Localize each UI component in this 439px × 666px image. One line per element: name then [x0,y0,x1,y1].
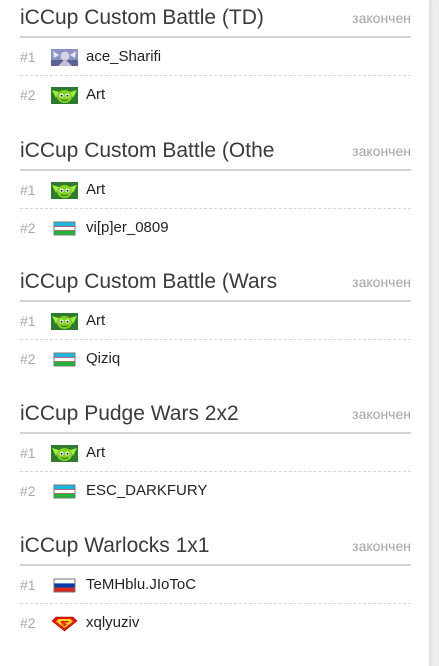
player-name-link[interactable]: xqlyuziv [86,614,139,631]
match-title-link[interactable]: iCCup Warlocks 1x1 [20,534,209,558]
match-title-link[interactable]: iCCup Custom Battle (TD) [20,6,264,30]
player-name-link[interactable]: TeMHblu.JIoToC [86,576,196,593]
uzbekistan-flag-icon [53,221,76,236]
match-card: iCCup Pudge Wars 2x2 закончен #1 Art #2 [20,400,411,509]
player-row[interactable]: #1 Art [20,302,411,340]
player-name-link[interactable]: Art [86,181,105,198]
player-rank: #2 [20,483,36,499]
match-status: закончен [352,10,411,26]
green-creature-avatar-icon [51,182,78,199]
player-row[interactable]: #2 vi[p]er_0809 [20,209,411,246]
player-rank: #1 [20,182,36,198]
match-header: iCCup Custom Battle (Wars закончен [20,268,411,302]
player-rank: #2 [20,220,36,236]
match-header: iCCup Custom Battle (TD) закончен [20,4,411,38]
player-rank: #1 [20,313,36,329]
match-card: iCCup Custom Battle (TD) закончен #1 ace… [20,4,411,113]
player-rank: #1 [20,49,36,65]
match-status: закончен [352,143,411,159]
uzbekistan-flag-icon [53,352,76,367]
green-creature-avatar-icon [51,445,78,462]
green-creature-avatar-icon [51,87,78,104]
player-name-link[interactable]: Art [86,86,105,103]
match-results-panel: iCCup Custom Battle (TD) закончен #1 ace… [0,0,430,666]
match-card: iCCup Warlocks 1x1 закончен #1 TeMHblu.J… [20,532,411,641]
match-status: закончен [352,538,411,554]
player-row[interactable]: #1 Art [20,171,411,209]
portrait-avatar-icon [51,49,78,66]
match-title-link[interactable]: iCCup Pudge Wars 2x2 [20,402,239,426]
player-rank: #2 [20,615,36,631]
match-status: закончен [352,274,411,290]
match-card: iCCup Custom Battle (Othe закончен #1 Ar… [20,137,411,246]
player-name-link[interactable]: Art [86,312,105,329]
player-name-link[interactable]: ESC_DARKFURY [86,482,207,499]
player-row[interactable]: #1 TeMHblu.JIoToC [20,566,411,604]
russia-flag-icon [53,578,76,593]
player-row[interactable]: #2 ESC_DARKFURY [20,472,411,509]
player-name-link[interactable]: Qiziq [86,350,120,367]
match-card: iCCup Custom Battle (Wars закончен #1 Ar… [20,268,411,377]
player-rank: #2 [20,87,36,103]
player-name-link[interactable]: vi[p]er_0809 [86,219,169,236]
player-rank: #1 [20,445,36,461]
uzbekistan-flag-icon [53,484,76,499]
superman-emblem-icon [51,616,78,632]
player-row[interactable]: #1 ace_Sharifi [20,38,411,76]
player-rank: #2 [20,351,36,367]
player-name-link[interactable]: ace_Sharifi [86,48,161,65]
player-row[interactable]: #1 Art [20,434,411,472]
player-rank: #1 [20,577,36,593]
green-creature-avatar-icon [51,313,78,330]
match-header: iCCup Warlocks 1x1 закончен [20,532,411,566]
match-title-link[interactable]: iCCup Custom Battle (Wars [20,270,277,294]
match-status: закончен [352,406,411,422]
match-header: iCCup Pudge Wars 2x2 закончен [20,400,411,434]
match-title-link[interactable]: iCCup Custom Battle (Othe [20,139,274,163]
player-row[interactable]: #2 Qiziq [20,340,411,377]
player-row[interactable]: #2 xqlyuziv [20,604,411,641]
match-header: iCCup Custom Battle (Othe закончен [20,137,411,171]
player-name-link[interactable]: Art [86,444,105,461]
player-row[interactable]: #2 Art [20,76,411,113]
